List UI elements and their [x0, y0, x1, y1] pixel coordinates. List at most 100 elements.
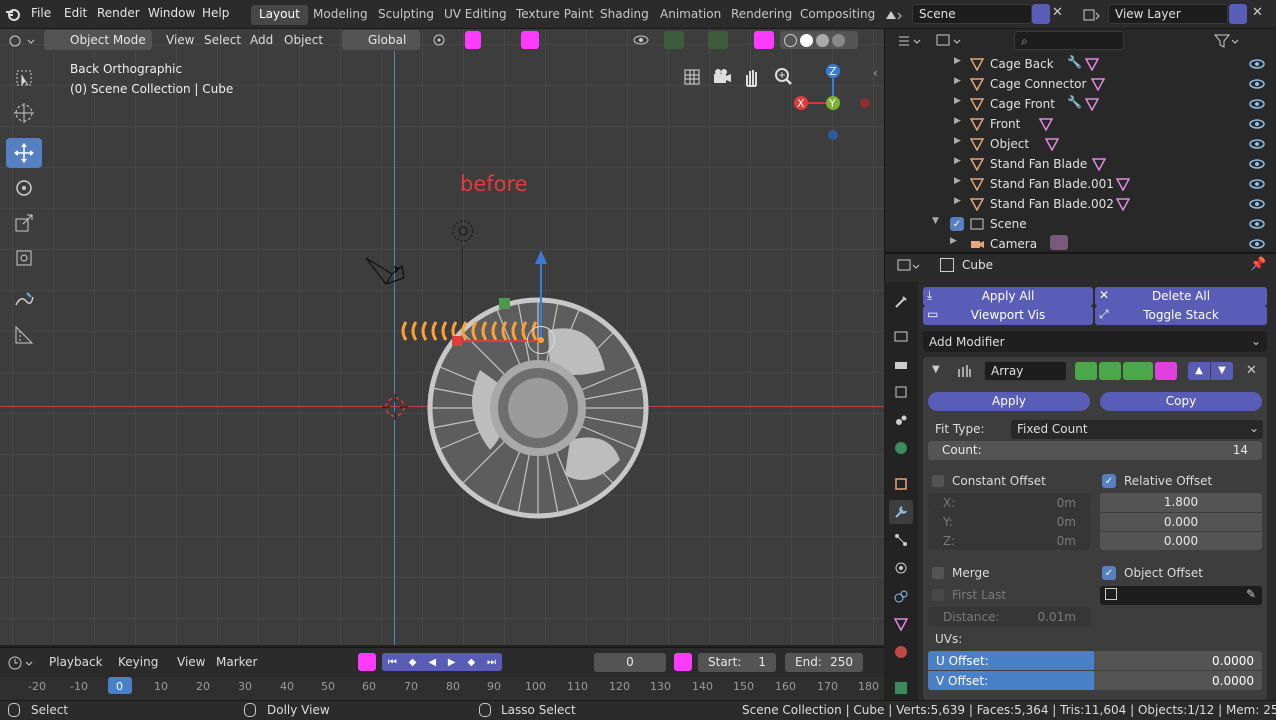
view-layer-selector[interactable]: View Layer	[1108, 4, 1228, 24]
render-tab-icon[interactable]	[889, 324, 913, 348]
tab-rendering[interactable]: Rendering	[723, 5, 800, 25]
tab-compositing[interactable]: Compositing	[792, 5, 883, 25]
output-tab-icon[interactable]	[889, 352, 913, 376]
light-object-icon[interactable]	[448, 216, 478, 246]
menu-file[interactable]: File	[31, 6, 51, 20]
toggle-stack-button[interactable]: ⤢ Toggle Stack	[1095, 306, 1267, 325]
outliner-row[interactable]: ▶ Object	[884, 134, 1276, 154]
viewport-toggle-icon[interactable]	[1099, 362, 1121, 380]
scene-icon[interactable]	[882, 5, 904, 25]
rotate-tool-icon[interactable]	[6, 173, 42, 203]
eye-visible-icon[interactable]	[1249, 238, 1265, 250]
fit-type-dropdown[interactable]: Fixed Count ⌄	[1011, 420, 1263, 439]
neg-z-axis-icon[interactable]	[828, 130, 838, 140]
relative-x-field[interactable]: 1.800	[1100, 493, 1262, 512]
expand-arrow-icon[interactable]: ▶	[950, 236, 957, 246]
end-frame-field[interactable]: End: 250	[785, 653, 863, 672]
gizmo-toggle-icon[interactable]	[664, 31, 684, 49]
constraints-tab-icon[interactable]	[889, 584, 913, 608]
wireframe-shading-icon[interactable]	[784, 33, 797, 47]
u-offset-field[interactable]: U Offset: 0.0000	[928, 651, 1262, 670]
start-frame-field[interactable]: Start: 1	[698, 653, 776, 672]
outliner-search-input[interactable]: ⌕	[1014, 31, 1124, 50]
outliner-editor-type-icon[interactable]	[896, 31, 926, 51]
viewport-menu-object[interactable]: Object	[284, 33, 323, 47]
count-field[interactable]: Count: 14	[928, 441, 1262, 460]
transform-tool-icon[interactable]	[6, 243, 42, 273]
viewport-menu-select[interactable]: Select	[204, 33, 241, 47]
current-frame-field[interactable]: 0	[594, 653, 666, 672]
expand-arrow-icon[interactable]: ▶	[954, 136, 961, 146]
apply-button[interactable]: Apply	[928, 392, 1090, 411]
gizmo-x-handle-icon[interactable]	[452, 336, 462, 346]
gizmo-z-arrowhead-icon[interactable]	[534, 250, 548, 264]
scene-tab-icon[interactable]	[889, 408, 913, 432]
tab-texture-paint[interactable]: Texture Paint	[508, 5, 601, 25]
add-modifier-dropdown[interactable]: Add Modifier ⌄	[923, 331, 1267, 352]
rendered-shading-icon[interactable]	[832, 33, 845, 47]
close-view-layer-icon[interactable]: ✕	[1252, 5, 1263, 20]
timeline-menu-view[interactable]: View	[177, 655, 205, 669]
select-box-tool-icon[interactable]	[6, 63, 42, 93]
world-tab-icon[interactable]	[889, 436, 913, 460]
outliner-row[interactable]: ▶ Cage Back 🔧	[884, 54, 1276, 74]
new-view-layer-icon[interactable]	[1229, 4, 1247, 24]
copy-button[interactable]: Copy	[1100, 392, 1262, 411]
relative-z-field[interactable]: 0.000	[1100, 531, 1262, 550]
tool-tab-icon[interactable]	[889, 290, 913, 314]
mode-selector[interactable]: Object Mode	[44, 30, 152, 50]
render-toggle-icon[interactable]	[1123, 362, 1153, 380]
view-layer-icon[interactable]	[1080, 5, 1102, 25]
outliner-row[interactable]: ▶ Stand Fan Blade.002	[884, 194, 1276, 214]
first-last-checkbox[interactable]	[931, 588, 945, 602]
transform-orientation-dropdown[interactable]: Global	[342, 30, 420, 50]
scene-selector[interactable]: Scene	[912, 4, 1032, 24]
move-down-icon[interactable]: ▼	[1211, 362, 1233, 380]
expand-arrow-icon[interactable]: ▶	[954, 116, 961, 126]
annotate-tool-icon[interactable]	[6, 285, 42, 315]
relative-offset-checkbox[interactable]: ✓	[1102, 474, 1116, 488]
close-icon[interactable]: ✕	[1052, 5, 1063, 20]
scene-checkbox[interactable]: ✓	[950, 217, 964, 231]
object-offset-checkbox[interactable]: ✓	[1102, 566, 1116, 580]
visibility-icon[interactable]	[630, 30, 652, 50]
scale-tool-icon[interactable]	[6, 208, 42, 238]
apply-all-button[interactable]: ⤓ Apply All	[923, 287, 1093, 306]
viewport-menu-view[interactable]: View	[166, 33, 194, 47]
eye-visible-icon[interactable]	[1249, 218, 1265, 230]
delete-all-button[interactable]: ✕ Delete All	[1095, 287, 1267, 306]
collapse-arrow-icon[interactable]: ▼	[932, 216, 939, 226]
gizmo-y-handle-icon[interactable]	[499, 298, 510, 309]
eye-visible-icon[interactable]	[1249, 98, 1265, 110]
prev-keyframe-icon[interactable]: ◆	[409, 657, 417, 668]
particles-tab-icon[interactable]	[889, 528, 913, 552]
tab-sculpting[interactable]: Sculpting	[370, 5, 442, 25]
move-up-icon[interactable]: ▲	[1188, 362, 1210, 380]
v-offset-field[interactable]: V Offset: 0.0000	[928, 671, 1262, 690]
expand-arrow-icon[interactable]: ▶	[954, 176, 961, 186]
solid-shading-icon[interactable]	[800, 33, 813, 47]
menu-render[interactable]: Render	[97, 6, 140, 20]
play-icon[interactable]: ▶	[448, 657, 456, 668]
collapse-arrow-icon[interactable]: ▼	[932, 364, 940, 375]
physics-tab-icon[interactable]	[889, 556, 913, 580]
timeline-menu-keying[interactable]: Keying	[118, 655, 158, 669]
eye-visible-icon[interactable]	[1249, 178, 1265, 190]
preview-range-icon[interactable]	[674, 653, 692, 671]
overlay-toggle-icon[interactable]	[708, 31, 728, 49]
viewport-menu-add[interactable]: Add	[250, 33, 273, 47]
pin-icon[interactable]: 📌	[1250, 257, 1266, 272]
properties-editor-type-icon[interactable]	[895, 256, 925, 276]
expand-arrow-icon[interactable]: ▶	[954, 56, 961, 66]
menu-edit[interactable]: Edit	[64, 6, 87, 20]
edit-mode-toggle-icon[interactable]	[1075, 362, 1097, 380]
relative-y-field[interactable]: 0.000	[1100, 512, 1262, 531]
object-tab-icon[interactable]	[889, 472, 913, 496]
eyedropper-icon[interactable]: ✎	[1246, 587, 1256, 601]
cursor-tool-icon[interactable]	[6, 98, 42, 128]
expand-arrow-icon[interactable]: ▶	[954, 156, 961, 166]
view-layer-tab-icon[interactable]	[889, 380, 913, 404]
eye-visible-icon[interactable]	[1249, 58, 1265, 70]
eye-visible-icon[interactable]	[1249, 158, 1265, 170]
merge-checkbox[interactable]	[931, 566, 945, 580]
